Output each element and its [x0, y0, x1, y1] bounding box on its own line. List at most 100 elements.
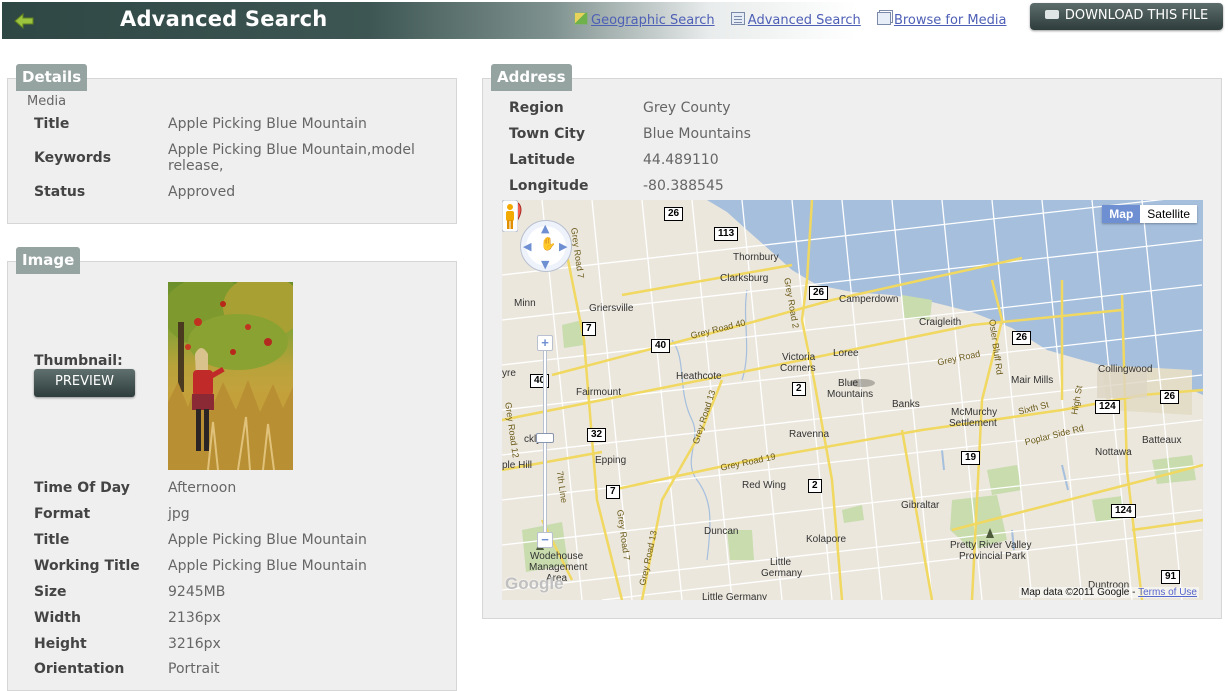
map-place-label: Fairmount: [576, 387, 622, 398]
image-value: Portrait: [168, 661, 220, 677]
address-tab: Address: [491, 64, 572, 91]
route-shield: 124: [1111, 504, 1136, 518]
image-key: Width: [34, 610, 81, 626]
form-icon: [730, 12, 745, 25]
thumbnail-photo: [168, 282, 293, 470]
route-shield: 26: [1160, 390, 1180, 404]
pan-right-icon[interactable]: ▶: [559, 241, 567, 252]
map-place-label: Nottawa: [1095, 447, 1132, 458]
map-place-label: Victoria: [782, 352, 816, 363]
image-key: Time Of Day: [34, 480, 130, 496]
map-place-label: Little Germany: [702, 592, 768, 600]
map-place-label: Corners: [780, 363, 816, 374]
location-map[interactable]: Thornbury Clarksburg Camperdown Griersvi…: [502, 200, 1203, 600]
map-type-satellite-button[interactable]: Satellite: [1140, 205, 1197, 223]
route-shield: 19: [961, 451, 981, 465]
pan-up-icon[interactable]: ▲: [541, 223, 549, 234]
map-place-label: Germany: [761, 568, 803, 579]
route-shield: 2: [808, 479, 822, 493]
route-shield: 91: [1161, 570, 1181, 584]
nav-geographic-search[interactable]: Geographic Search: [591, 13, 715, 28]
top-nav: Geographic Search Advanced Search Browse…: [574, 12, 1018, 28]
street-view-pegman-icon[interactable]: [502, 200, 518, 232]
download-button[interactable]: DOWNLOAD THIS FILE: [1030, 3, 1223, 30]
terms-of-use-link[interactable]: Terms of Use: [1138, 587, 1197, 598]
detail-key: Keywords: [34, 150, 112, 166]
map-place-label: ple Hill: [502, 460, 533, 471]
map-place-label: McMurchy: [951, 407, 998, 418]
detail-value: Approved: [168, 184, 236, 200]
route-shield: 113: [714, 227, 739, 241]
address-key: Town City: [509, 126, 585, 142]
pan-control[interactable]: ▲ ▼ ◀ ▶ ✋: [520, 220, 572, 272]
detail-key: Title: [34, 116, 70, 132]
route-shield: 124: [1095, 400, 1120, 414]
map-type-control: Map Satellite: [1102, 205, 1197, 223]
map-place-label: Griersville: [589, 303, 634, 314]
map-icon: [574, 12, 588, 25]
route-shield: 26: [809, 286, 829, 300]
detail-value-line2: release,: [168, 158, 224, 174]
media-label: Media: [27, 94, 67, 109]
image-value: 3216px: [168, 636, 221, 652]
map-place-label: Thornbury: [733, 252, 779, 263]
page-title: Advanced Search: [120, 7, 328, 31]
zoom-out-button[interactable]: −: [537, 532, 553, 548]
route-shield: 26: [664, 207, 684, 221]
back-arrow-icon[interactable]: [14, 13, 34, 29]
route-shield: 32: [587, 428, 607, 442]
map-copyright: Map data ©2011 Google - Terms of Use: [1019, 587, 1199, 598]
map-place-label: Craigleith: [919, 317, 962, 328]
map-place-label: Mountains: [827, 389, 874, 400]
map-place-label: Camperdown: [839, 294, 899, 305]
google-logo: Google: [505, 574, 564, 593]
image-value: jpg: [168, 506, 190, 522]
zoom-in-button[interactable]: +: [537, 335, 553, 351]
thumbnail-image[interactable]: [168, 282, 293, 470]
download-drive-icon: [1044, 10, 1059, 19]
windows-icon: [876, 12, 891, 25]
detail-value: Apple Picking Blue Mountain,model: [168, 142, 415, 158]
address-value: 44.489110: [643, 152, 719, 168]
map-place-label: Red Wing: [742, 480, 786, 491]
map-place-label: Pretty River Valley: [950, 540, 1032, 551]
nav-browse-for-media[interactable]: Browse for Media: [894, 13, 1007, 28]
map-place-label: Gibraltar: [901, 500, 940, 511]
image-key: Size: [34, 584, 67, 600]
address-key: Latitude: [509, 152, 576, 168]
pan-down-icon[interactable]: ▼: [541, 259, 549, 270]
address-value: Grey County: [643, 100, 731, 116]
map-type-map-button[interactable]: Map: [1102, 205, 1141, 223]
download-label: DOWNLOAD THIS FILE: [1064, 8, 1209, 23]
map-place-label: Epping: [595, 455, 627, 466]
route-shield: 26: [1012, 331, 1032, 345]
image-value: Afternoon: [168, 480, 237, 496]
map-place-label: Management: [529, 562, 588, 573]
map-place-label: Ravenna: [789, 429, 830, 440]
address-panel: Address Region Grey County Town City Blu…: [482, 64, 1222, 619]
image-value: Apple Picking Blue Mountain: [168, 532, 367, 548]
address-value: Blue Mountains: [643, 126, 751, 142]
map-place-label: yre: [502, 368, 516, 379]
image-tab: Image: [16, 247, 81, 274]
map-place-label: Wodehouse: [530, 551, 584, 562]
map-place-label: Settlement: [949, 418, 997, 429]
image-value: 9245MB: [168, 584, 226, 600]
route-shield: 40: [651, 339, 671, 353]
preview-button[interactable]: PREVIEW: [34, 369, 135, 397]
map-place-label: Mair Mills: [1011, 375, 1054, 386]
route-shield: 7: [582, 322, 596, 336]
image-value: Apple Picking Blue Mountain: [168, 558, 367, 574]
hand-icon: ✋: [540, 237, 557, 252]
detail-key: Status: [34, 184, 86, 200]
image-key: Working Title: [34, 558, 140, 574]
image-key: Title: [34, 532, 70, 548]
map-place-label: Banks: [892, 399, 920, 410]
pan-left-icon[interactable]: ◀: [523, 241, 531, 252]
map-place-label: Collingwood: [1098, 364, 1153, 375]
header-bar: Advanced Search Geographic Search Advanc…: [2, 2, 1223, 39]
map-place-label: Clarksburg: [720, 273, 769, 284]
zoom-slider-handle[interactable]: [536, 433, 554, 443]
address-key: Longitude: [509, 178, 589, 194]
nav-advanced-search[interactable]: Advanced Search: [748, 13, 861, 28]
